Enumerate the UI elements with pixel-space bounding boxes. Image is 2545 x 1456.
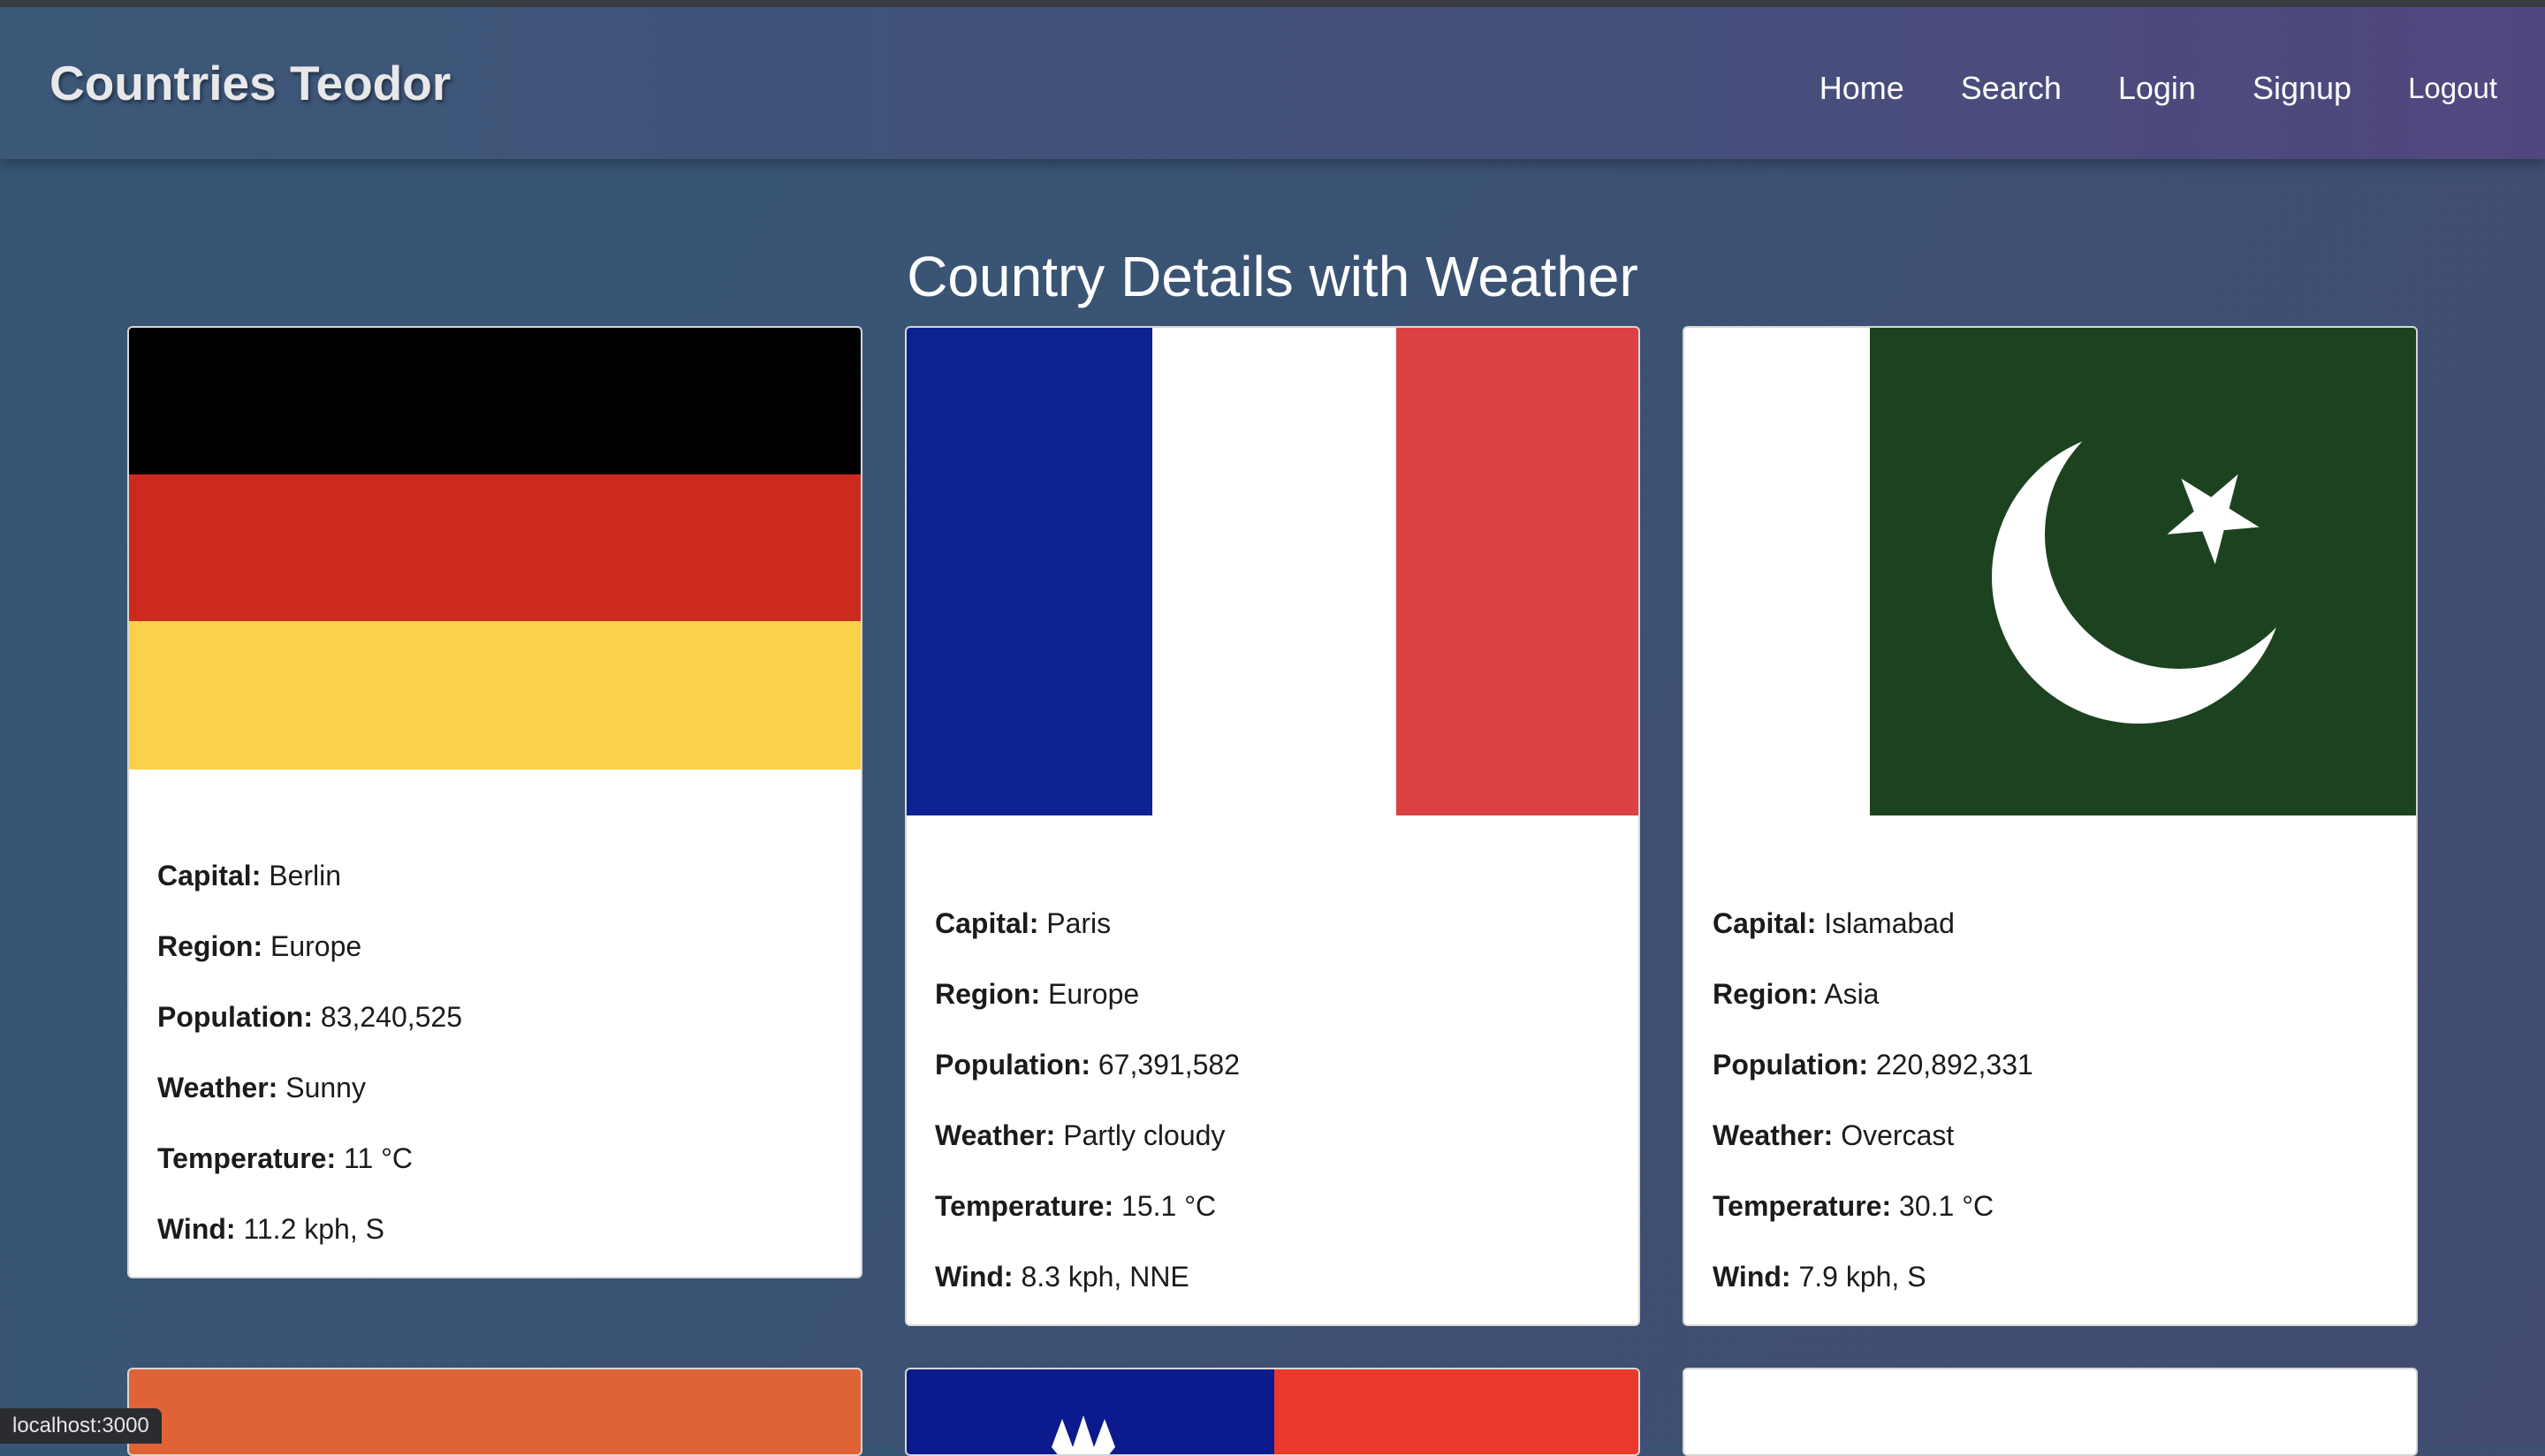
- weather-value: Overcast: [1841, 1119, 1955, 1151]
- capital-row: Capital: Islamabad: [1713, 888, 2033, 959]
- germany-flag-icon: [129, 328, 861, 770]
- temperature-value: 11 °C: [344, 1142, 414, 1174]
- wind-value: 11.2 kph, S: [243, 1213, 384, 1245]
- capital-row: Capital: Paris: [935, 888, 1240, 959]
- region-value: Asia: [1824, 978, 1880, 1010]
- capital-label: Capital:: [157, 860, 262, 891]
- page-title: Country Details with Weather: [907, 245, 1638, 308]
- capital-value: Berlin: [269, 860, 342, 891]
- wind-row: Wind: 8.3 kph, NNE: [935, 1241, 1240, 1312]
- region-row: Region: Europe: [157, 911, 462, 982]
- country-card-partial-right: [1683, 1368, 2418, 1456]
- weather-row: Weather: Overcast: [1713, 1100, 2033, 1171]
- partial-flag-icon: [1684, 1369, 2416, 1454]
- population-label: Population:: [935, 1049, 1090, 1081]
- wind-value: 8.3 kph, NNE: [1021, 1261, 1189, 1293]
- region-row: Region: Asia: [1713, 959, 2033, 1029]
- partial-flag-icon: [129, 1369, 861, 1454]
- country-card-germany: Capital: Berlin Region: Europe Populatio…: [127, 326, 862, 1278]
- wind-row: Wind: 7.9 kph, S: [1713, 1241, 2033, 1312]
- population-label: Population:: [157, 1001, 313, 1033]
- region-value: Europe: [270, 930, 362, 962]
- region-value: Europe: [1047, 978, 1140, 1010]
- nav-signup-link[interactable]: Signup: [2253, 70, 2351, 107]
- temperature-label: Temperature:: [935, 1190, 1114, 1222]
- population-row: Population: 67,391,582: [935, 1029, 1240, 1100]
- temperature-value: 15.1 °C: [1121, 1190, 1217, 1222]
- weather-row: Weather: Sunny: [157, 1052, 462, 1123]
- nav-home-link[interactable]: Home: [1819, 70, 1904, 107]
- weather-value: Sunny: [285, 1072, 366, 1103]
- nav-logout-link[interactable]: Logout: [2408, 72, 2497, 105]
- wind-label: Wind:: [935, 1261, 1014, 1293]
- top-edge: [0, 0, 2545, 7]
- nav-login-link[interactable]: Login: [2118, 70, 2196, 107]
- nav-links: Home Search Login Signup Logout: [1791, 62, 2524, 115]
- wind-value: 7.9 kph, S: [1798, 1261, 1926, 1293]
- capital-value: Paris: [1046, 907, 1112, 939]
- wind-label: Wind:: [157, 1213, 236, 1245]
- region-label: Region:: [157, 930, 263, 962]
- population-value: 220,892,331: [1875, 1049, 2033, 1081]
- capital-value: Islamabad: [1824, 907, 1955, 939]
- weather-value: Partly cloudy: [1063, 1119, 1226, 1151]
- weather-label: Weather:: [1713, 1119, 1834, 1151]
- temperature-value: 30.1 °C: [1899, 1190, 1994, 1222]
- country-info: Capital: Berlin Region: Europe Populatio…: [157, 840, 462, 1264]
- wind-label: Wind:: [1713, 1261, 1791, 1293]
- wind-row: Wind: 11.2 kph, S: [157, 1194, 462, 1264]
- pakistan-flag-icon: [1684, 328, 2416, 815]
- country-card-partial-middle: [905, 1368, 1640, 1456]
- brand-title[interactable]: Countries Teodor: [49, 55, 451, 111]
- status-bar-url: localhost:3000: [0, 1408, 162, 1444]
- population-row: Population: 220,892,331: [1713, 1029, 2033, 1100]
- country-info: Capital: Paris Region: Europe Population…: [935, 888, 1240, 1312]
- capital-label: Capital:: [935, 907, 1039, 939]
- country-info: Capital: Islamabad Region: Asia Populati…: [1713, 888, 2033, 1312]
- partial-flag-icon: [907, 1369, 1638, 1454]
- region-label: Region:: [935, 978, 1041, 1010]
- population-value: 67,391,582: [1098, 1049, 1241, 1081]
- capital-label: Capital:: [1713, 907, 1817, 939]
- france-flag-icon: [907, 328, 1638, 815]
- country-card-pakistan: Capital: Islamabad Region: Asia Populati…: [1683, 326, 2418, 1326]
- temperature-row: Temperature: 30.1 °C: [1713, 1171, 2033, 1241]
- nav-search-link[interactable]: Search: [1961, 70, 2062, 107]
- population-label: Population:: [1713, 1049, 1868, 1081]
- population-row: Population: 83,240,525: [157, 982, 462, 1052]
- temperature-row: Temperature: 11 °C: [157, 1123, 462, 1194]
- country-card-partial-left: [127, 1368, 862, 1456]
- weather-row: Weather: Partly cloudy: [935, 1100, 1240, 1171]
- temperature-row: Temperature: 15.1 °C: [935, 1171, 1240, 1241]
- navbar: Countries Teodor Home Search Login Signu…: [0, 7, 2545, 159]
- region-row: Region: Europe: [935, 959, 1240, 1029]
- temperature-label: Temperature:: [1713, 1190, 1892, 1222]
- capital-row: Capital: Berlin: [157, 840, 462, 911]
- population-value: 83,240,525: [320, 1001, 463, 1033]
- region-label: Region:: [1713, 978, 1819, 1010]
- country-card-france: Capital: Paris Region: Europe Population…: [905, 326, 1640, 1326]
- weather-label: Weather:: [157, 1072, 278, 1103]
- weather-label: Weather:: [935, 1119, 1056, 1151]
- temperature-label: Temperature:: [157, 1142, 337, 1174]
